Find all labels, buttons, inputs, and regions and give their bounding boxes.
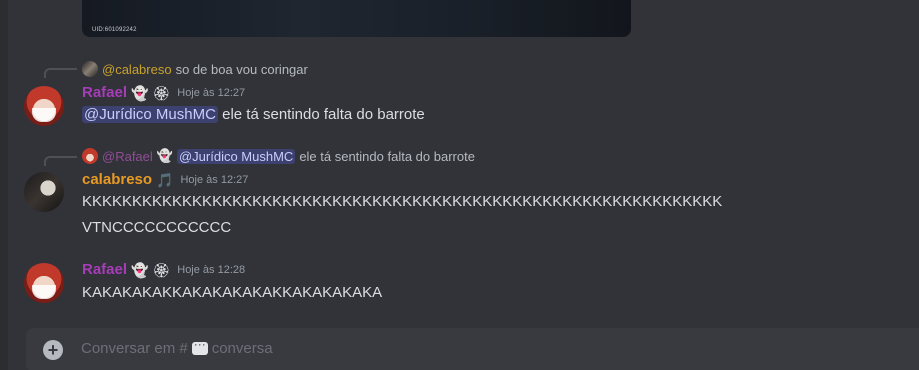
avatar-calabreso[interactable] <box>24 172 64 212</box>
ghost-badge-icon: 👻 <box>131 261 149 278</box>
username-calabreso[interactable]: calabreso <box>82 171 152 188</box>
message-text: ele tá sentindo falta do barrote <box>222 106 425 123</box>
reply-author[interactable]: @calabreso <box>102 62 172 77</box>
timestamp[interactable]: Hoje às 12:27 <box>177 87 245 99</box>
placeholder-prefix: Conversar em # <box>81 340 188 357</box>
left-gutter <box>0 0 8 370</box>
message-text: KKKKKKKKKKKKKKKKKKKKKKKKKKKKKKKKKKKKKKKK… <box>82 193 723 210</box>
add-attachment-button[interactable]: + <box>43 340 63 360</box>
reply-preview[interactable]: @Rafael 👻 @Jurídico MushMC ele tá sentin… <box>82 148 475 164</box>
message-input[interactable]: Conversar em # conversa <box>81 337 273 357</box>
reply-text: so de boa vou coringar <box>175 61 308 77</box>
role-mention[interactable]: @Jurídico MushMC <box>82 106 218 123</box>
ghost-badge-icon: 👻 <box>131 84 149 101</box>
embed-image[interactable]: UID:601092242 <box>82 0 631 37</box>
flower-badge-icon: 🏵 <box>152 84 171 101</box>
ghost-badge-icon: 👻 <box>156 148 173 163</box>
message-content: @Jurídico MushMC ele tá sentindo falta d… <box>82 106 425 123</box>
music-badge-icon: 🎵 <box>156 171 174 188</box>
reply-connector <box>44 156 77 166</box>
embed-uid-text: UID:601092242 <box>92 27 137 33</box>
message-composer[interactable]: + Conversar em # conversa <box>26 328 919 370</box>
timestamp[interactable]: Hoje às 12:28 <box>177 264 245 276</box>
message-header: Rafael 👻 🏵 Hoje às 12:27 <box>82 84 245 101</box>
message-header: calabreso 🎵 Hoje às 12:27 <box>82 171 248 188</box>
username-rafael[interactable]: Rafael <box>82 261 127 278</box>
reply-text: ele tá sentindo falta do barrote <box>299 148 475 164</box>
message-text: VTNCCCCCCCCCCC <box>82 219 232 236</box>
reply-connector <box>44 68 77 78</box>
reply-avatar <box>82 61 98 77</box>
timestamp[interactable]: Hoje às 12:27 <box>180 174 248 186</box>
flower-badge-icon: 🏵 <box>152 261 171 278</box>
chat-bubble-icon <box>191 337 208 355</box>
reply-avatar <box>82 148 98 164</box>
reply-author[interactable]: @Rafael <box>102 149 153 164</box>
avatar-rafael[interactable] <box>24 86 64 126</box>
message-header: Rafael 👻 🏵 Hoje às 12:28 <box>82 261 245 278</box>
avatar-rafael[interactable] <box>24 263 64 303</box>
reply-role-mention[interactable]: @Jurídico MushMC <box>176 148 296 164</box>
username-rafael[interactable]: Rafael <box>82 84 127 101</box>
message-text: KAKAKAKAKKAKAKAKAKAKKAKAKAKAKA <box>82 284 383 301</box>
reply-preview[interactable]: @calabreso so de boa vou coringar <box>82 61 308 77</box>
placeholder-channel: conversa <box>211 340 273 357</box>
